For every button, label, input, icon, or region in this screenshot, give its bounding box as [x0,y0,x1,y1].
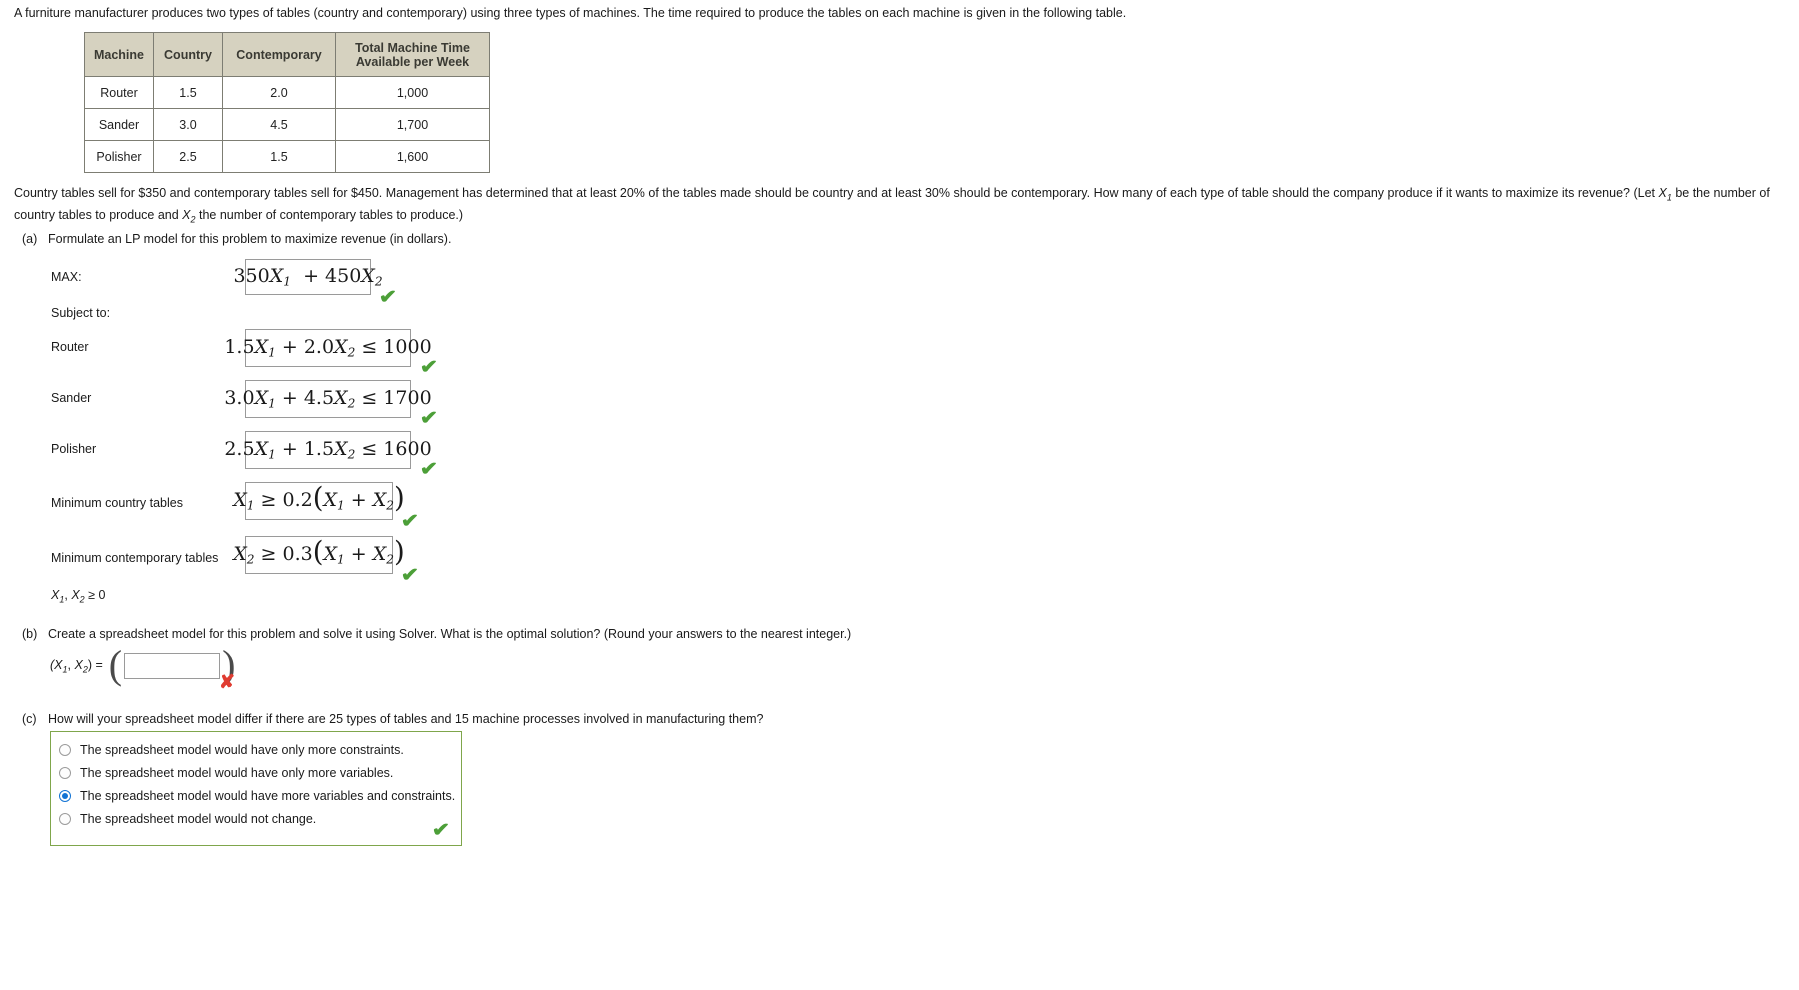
optimal-solution-input[interactable] [124,653,221,679]
option-label: The spreadsheet model would have more va… [80,788,456,803]
part-a-heading: (a) Formulate an LP model for this proble… [22,232,451,246]
cell-country-time: 1.5 [153,76,223,109]
open-paren: ( [108,642,123,687]
part-c-prompt: How will your spreadsheet model differ i… [48,712,764,726]
cell-total-time: 1,000 [335,76,490,109]
nonnegativity-constraint: X1, X2 ≥ 0 [51,588,106,605]
constraint-expression-min-contemporary: X2 ≥ 0.3(X1 + X2) [233,536,405,569]
column-header-machine: Machine [84,32,154,77]
part-c-heading: (c) How will your spreadsheet model diffe… [22,712,763,726]
objective-correct-check-icon: ✔ [378,287,398,308]
constraint-answer-box-min-contemporary[interactable]: X2 ≥ 0.3(X1 + X2) [233,536,405,574]
constraint-caption-sander: Sander [51,391,92,405]
column-header-contemporary: Contemporary [222,32,336,77]
machine-time-table: Machine Country Contemporary Total Machi… [84,32,490,173]
radio-button-icon[interactable] [59,812,71,825]
option-label: The spreadsheet model would have only mo… [80,765,394,780]
option-row-more-constraints[interactable]: The spreadsheet model would have only mo… [51,738,461,761]
table-row: Sander 3.0 4.5 1,700 [84,108,490,141]
part-c-options-group: The spreadsheet model would have only mo… [50,731,462,846]
table-row: Router 1.5 2.0 1,000 [84,76,490,109]
constraint-answer-box-sander[interactable]: 3.0X1 + 4.5X2 ≤ 1700 [224,380,432,418]
problem-line-2-pre: to maximize its revenue? (Let [1491,186,1659,200]
problem-statement: Country tables sell for $350 and contemp… [14,185,1789,228]
variable-x1: X [1658,186,1667,200]
option-label: The spreadsheet model would have only mo… [80,742,404,757]
objective-function-expression: 350X1 + 450X2 [233,265,383,289]
table-header-row: Machine Country Contemporary Total Machi… [84,32,490,77]
intro-paragraph: A furniture manufacturer produces two ty… [14,6,1127,20]
cell-machine-name: Sander [84,108,154,141]
cell-contemporary-time: 4.5 [222,108,336,141]
cell-total-time: 1,700 [335,108,490,141]
cell-total-time: 1,600 [335,140,490,173]
constraint-expression-polisher: 2.5X1 + 1.5X2 ≤ 1600 [224,438,432,462]
router-correct-check-icon: ✔ [419,357,439,378]
part-c-correct-check-icon: ✔ [431,820,451,841]
constraint-expression-sander: 3.0X1 + 4.5X2 ≤ 1700 [224,387,432,411]
part-b-answer-label: (X1, X2) = [50,657,103,675]
column-header-total-time: Total Machine Time Available per Week [335,32,490,77]
column-header-total-time-line2: Available per Week [355,54,470,69]
option-row-more-variables[interactable]: The spreadsheet model would have only mo… [51,761,461,784]
option-label: The spreadsheet model would not change. [80,811,317,826]
cell-machine-name: Polisher [84,140,154,173]
part-b-heading: (b) Create a spreadsheet model for this p… [22,627,851,641]
column-header-country: Country [153,32,223,77]
objective-function-answer-box[interactable]: 350X1 + 450X2 [233,259,383,295]
constraint-answer-box-router[interactable]: 1.5X1 + 2.0X2 ≤ 1000 [224,329,432,367]
machine-time-table-wrapper: Machine Country Contemporary Total Machi… [84,32,490,173]
sander-correct-check-icon: ✔ [419,408,439,429]
cell-machine-name: Router [84,76,154,109]
part-b-label: (b) [22,627,38,641]
table-row: Polisher 2.5 1.5 1,600 [84,140,490,173]
problem-line-1: Country tables sell for $350 and contemp… [14,186,1489,200]
constraint-answer-box-min-country[interactable]: X1 ≥ 0.2(X1 + X2) [233,482,405,520]
constraint-caption-min-contemporary: Minimum contemporary tables [51,551,219,565]
option-row-more-variables-and-constraints[interactable]: The spreadsheet model would have more va… [51,784,461,807]
problem-line-2-post: the number of contemporary tables to pro… [195,207,464,222]
cell-country-time: 3.0 [153,108,223,141]
part-a-label: (a) [22,232,38,246]
table-head: Machine Country Contemporary Total Machi… [84,32,490,77]
constraint-caption-polisher: Polisher [51,442,97,456]
constraint-caption-router: Router [51,340,89,354]
variable-x2: X [182,207,191,222]
constraint-expression-min-country: X1 ≥ 0.2(X1 + X2) [233,482,405,515]
table-body: Router 1.5 2.0 1,000 Sander 3.0 4.5 1,70… [84,76,490,173]
cell-country-time: 2.5 [153,140,223,173]
min-contemporary-correct-check-icon: ✔ [400,565,420,586]
cell-contemporary-time: 2.0 [222,76,336,109]
part-b-answer-row: (X1, X2) = ( ) [50,642,237,687]
radio-button-icon-selected[interactable] [59,789,71,802]
constraint-answer-box-polisher[interactable]: 2.5X1 + 1.5X2 ≤ 1600 [224,431,432,469]
subject-to-caption: Subject to: [51,306,111,320]
column-header-total-time-line1: Total Machine Time [355,40,470,55]
radio-button-icon[interactable] [59,766,71,779]
part-c-label: (c) [22,712,37,726]
part-b-prompt: Create a spreadsheet model for this prob… [48,627,852,641]
constraint-expression-router: 1.5X1 + 2.0X2 ≤ 1000 [224,336,432,360]
min-country-correct-check-icon: ✔ [400,511,420,532]
part-a-prompt: Formulate an LP model for this problem t… [48,232,452,246]
max-caption: MAX: [51,270,82,284]
option-row-no-change[interactable]: The spreadsheet model would not change. [51,807,461,830]
polisher-correct-check-icon: ✔ [419,459,439,480]
constraint-caption-min-country: Minimum country tables [51,496,183,510]
part-b-incorrect-x-icon: ✘ [219,672,235,693]
radio-button-icon[interactable] [59,743,71,756]
cell-contemporary-time: 1.5 [222,140,336,173]
